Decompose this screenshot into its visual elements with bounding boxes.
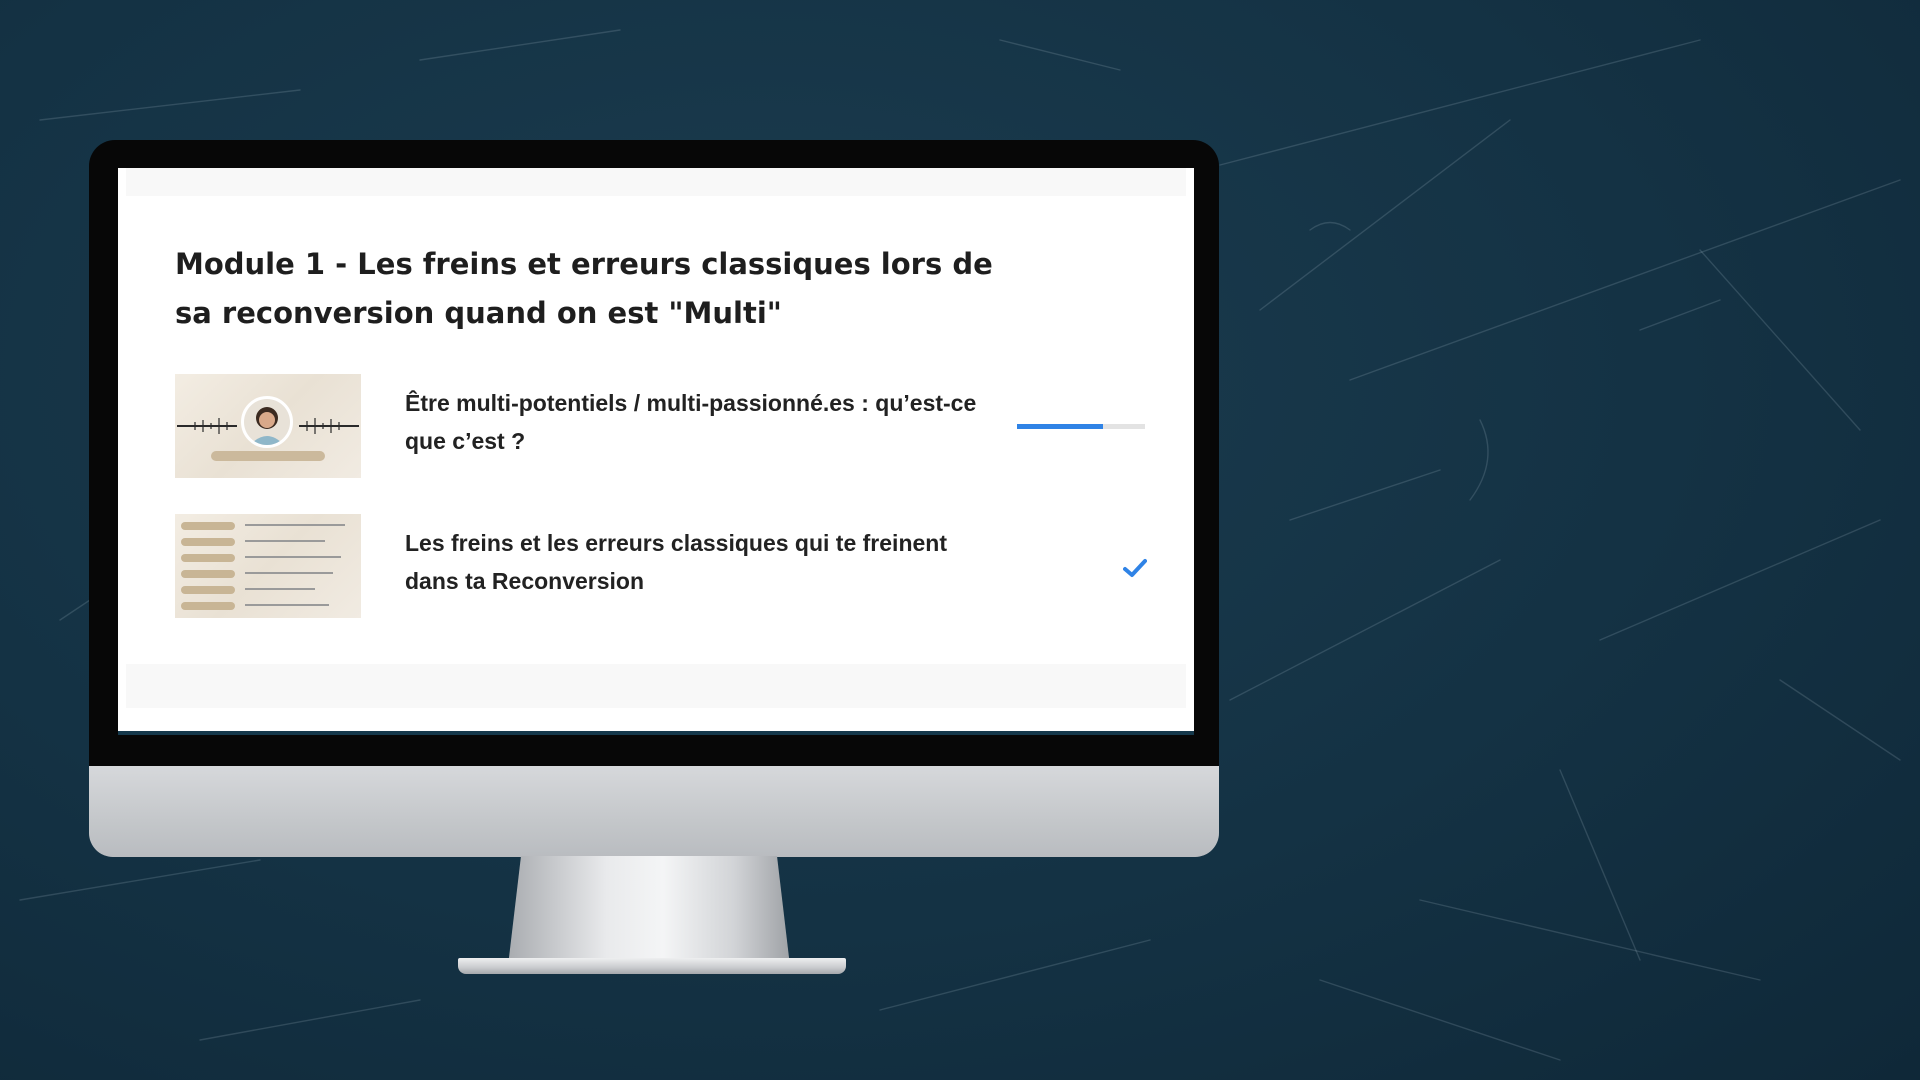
lesson-title[interactable]: Être multi-potentiels / multi-passionné.…: [405, 384, 1005, 460]
slide-line: [245, 556, 341, 558]
avatar: [241, 396, 293, 448]
lesson-item[interactable]: Les freins et les erreurs classiques qui…: [175, 514, 1147, 618]
monitor-stand: [508, 856, 790, 966]
lesson-item[interactable]: Être multi-potentiels / multi-passionné.…: [175, 374, 1145, 478]
module-title: Module 1 - Les freins et erreurs classiq…: [175, 247, 993, 330]
slide-tag: [181, 538, 235, 546]
slide-tag: [181, 602, 235, 610]
slide-tag: [181, 522, 235, 530]
slide-line: [245, 604, 329, 606]
caption-pill: [211, 451, 325, 461]
slide-line: [245, 572, 333, 574]
checkmark-icon: [1123, 559, 1147, 577]
slide-tag: [181, 586, 235, 594]
slide-line: [245, 540, 325, 542]
lesson-progress-bar: [1017, 424, 1145, 429]
monitor-chin: [89, 766, 1219, 857]
slide-list-thumbnail[interactable]: [175, 514, 361, 618]
monitor-base: [458, 958, 846, 974]
slide-line: [245, 588, 315, 590]
progress-fill: [1017, 424, 1103, 429]
lesson-title[interactable]: Les freins et les erreurs classiques qui…: [405, 524, 1005, 600]
slide-tag: [181, 570, 235, 578]
screen-edge: [118, 731, 1194, 735]
slide-tag: [181, 554, 235, 562]
monitor-screen: Module 1 - Les freins et erreurs classiq…: [118, 168, 1194, 731]
podcast-portrait-thumbnail[interactable]: [175, 374, 361, 478]
slide-line: [245, 524, 345, 526]
bottom-band: [126, 664, 1186, 708]
top-band: [126, 168, 1186, 196]
